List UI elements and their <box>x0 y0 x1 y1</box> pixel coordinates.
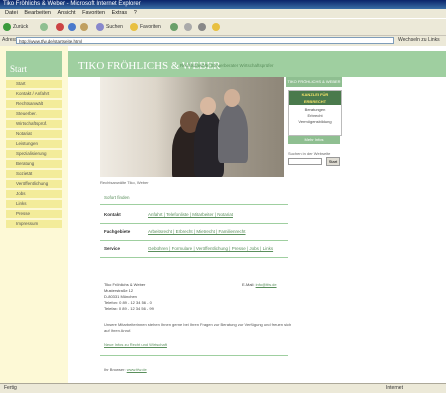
email-link[interactable]: info@tfw.de <box>256 282 277 287</box>
menu-edit[interactable]: Bearbeiten <box>24 10 51 16</box>
sidebar-item-impressum[interactable]: Impressum <box>6 220 62 228</box>
menu-file[interactable]: Datei <box>5 10 18 16</box>
stop-icon <box>56 22 64 31</box>
row-label-kontakt: Kontakt <box>104 212 121 217</box>
menu-help[interactable]: ? <box>134 10 137 16</box>
sidebar-item-wirtschaftspruefer[interactable]: Wirtschaftsprüf. <box>6 120 62 128</box>
footer-link[interactable]: www.tfw.de <box>127 367 147 372</box>
email-line: E-Mail: info@tfw.de <box>242 282 277 287</box>
address-input[interactable]: http://www.tfw.de/startseite.html <box>16 37 394 44</box>
go-button[interactable]: Wechseln zu Links <box>398 37 440 43</box>
back-button[interactable]: Zurück <box>3 22 28 32</box>
forward-button[interactable] <box>40 22 50 32</box>
sidebar-item-spezialisierung[interactable]: Spezialisierung <box>6 150 62 158</box>
news-link[interactable]: Neue Infos zu Recht und Wirtschaft <box>104 342 167 347</box>
folder-icon <box>212 22 220 31</box>
ad-headline: KANZLEI FÜR ERBRECHT <box>289 91 341 105</box>
divider <box>100 204 288 205</box>
site-search-input[interactable] <box>288 158 322 165</box>
row-links-service[interactable]: Gebühren | Formulare | Veröffentlichung … <box>148 246 273 251</box>
mail-icon <box>184 22 192 31</box>
sidebar-item-start[interactable]: Start <box>6 80 62 88</box>
row-label-service: Service <box>104 246 121 251</box>
firm-tagline: Rechtsanwälte Steuerberater Wirtschaftsp… <box>180 63 274 68</box>
history-button[interactable] <box>170 22 180 32</box>
ad-text: Beratungen Erbrecht Vermögensbildung <box>298 107 332 124</box>
sidebar-item-sozietaet[interactable]: Sozietät <box>6 170 62 178</box>
person-man-right-head <box>224 89 240 107</box>
sidebar-item-jobs[interactable]: Jobs <box>6 190 62 198</box>
site-search-label: Suchen in der Webseite <box>288 151 331 156</box>
toolbar: Zurück Suchen Favoriten <box>0 18 446 36</box>
person-man-right <box>218 103 248 163</box>
row-links-fachgebiete[interactable]: Arbeitsrecht | Erbrecht | Mietrecht | Fa… <box>148 229 246 234</box>
sidebar-item-leistungen[interactable]: Leistungen <box>6 140 62 148</box>
home-button[interactable] <box>80 22 90 32</box>
sidebar-item-beratung[interactable]: Beratung <box>6 160 62 168</box>
start-logo[interactable]: Start <box>6 51 62 77</box>
photo-caption: Rechtsanwälte Tiko, Weber <box>100 180 149 185</box>
favorites-button[interactable]: Favoriten <box>130 22 161 32</box>
window-title: Tiko Fröhlichs & Weber - Microsoft Inter… <box>3 1 141 7</box>
divider <box>100 240 288 241</box>
header-band: TIKO FRÖHLICHS & WEBER Rechtsanwälte Ste… <box>68 51 446 77</box>
window-titlebar: Tiko Fröhlichs & Weber - Microsoft Inter… <box>0 0 446 9</box>
person-man-left-head <box>200 97 216 115</box>
print-icon <box>198 22 206 31</box>
search-button[interactable]: Suchen <box>96 22 123 32</box>
links-label[interactable]: Links <box>428 37 440 43</box>
divider <box>100 355 288 356</box>
refresh-button[interactable] <box>68 22 78 32</box>
divider <box>100 257 288 258</box>
sidebar-item-notariat[interactable]: Notariat <box>6 130 62 138</box>
menu-view[interactable]: Ansicht <box>58 10 76 16</box>
sidebar-item-steuerberater[interactable]: Steuerber. <box>6 110 62 118</box>
print-button[interactable] <box>198 22 208 32</box>
page-content: Start Start Kontakt / Anfahrt Rechtsanwä… <box>0 46 446 383</box>
folder-button[interactable] <box>212 22 222 32</box>
contact-note: Unsere Mitarbeiterinnen stehen Ihnen ger… <box>104 322 292 333</box>
stop-button[interactable] <box>56 22 66 32</box>
sidebar-item-rechtsanwaelte[interactable]: Rechtsanwält <box>6 100 62 108</box>
team-photo <box>100 77 284 177</box>
menu-favorites[interactable]: Favoriten <box>82 10 105 16</box>
quick-find-title: Sofort finden <box>104 195 130 200</box>
info-box: TIKO FRÖHLICHS & WEBER KANZLEI FÜR ERBREC… <box>286 77 342 177</box>
refresh-icon <box>68 22 76 31</box>
sidebar-item-kontakt[interactable]: Kontakt / Anfahrt <box>6 90 62 98</box>
more-info-button[interactable]: Mehr Infos <box>288 136 340 144</box>
menu-bar: Datei Bearbeiten Ansicht Favoriten Extra… <box>0 9 446 18</box>
back-arrow-icon <box>3 22 11 31</box>
site-search-button[interactable]: Start <box>326 157 340 166</box>
sidebar-nav: Start Kontakt / Anfahrt Rechtsanwält Ste… <box>6 80 62 230</box>
footer: Ihr Browser: www.tfw.de <box>104 367 147 372</box>
sidebar: Start Start Kontakt / Anfahrt Rechtsanwä… <box>0 46 68 383</box>
mail-button[interactable] <box>184 22 194 32</box>
postal-address: Tiko Fröhlichs & Weber Musterstraße 12 D… <box>104 282 154 311</box>
home-icon <box>80 22 88 31</box>
menu-tools[interactable]: Extras <box>112 10 128 16</box>
sidebar-item-veroeffentlichung[interactable]: Veröffentlichung <box>6 180 62 188</box>
divider <box>100 223 288 224</box>
forward-arrow-icon <box>40 22 48 31</box>
history-icon <box>170 22 178 31</box>
status-text: Fertig <box>4 385 17 391</box>
row-links-kontakt[interactable]: Anfahrt | Telefonliste | Mitarbeiter | N… <box>148 212 233 217</box>
search-icon <box>96 22 104 31</box>
ad-banner[interactable]: KANZLEI FÜR ERBRECHT Beratungen Erbrecht Ve… <box>288 90 342 136</box>
row-label-fachgebiete: Fachgebiete <box>104 229 131 234</box>
sidebar-item-presse[interactable]: Presse <box>6 210 62 218</box>
info-box-title: TIKO FRÖHLICHS & WEBER <box>286 77 342 87</box>
star-icon <box>130 22 138 31</box>
sidebar-item-links[interactable]: Links <box>6 200 62 208</box>
